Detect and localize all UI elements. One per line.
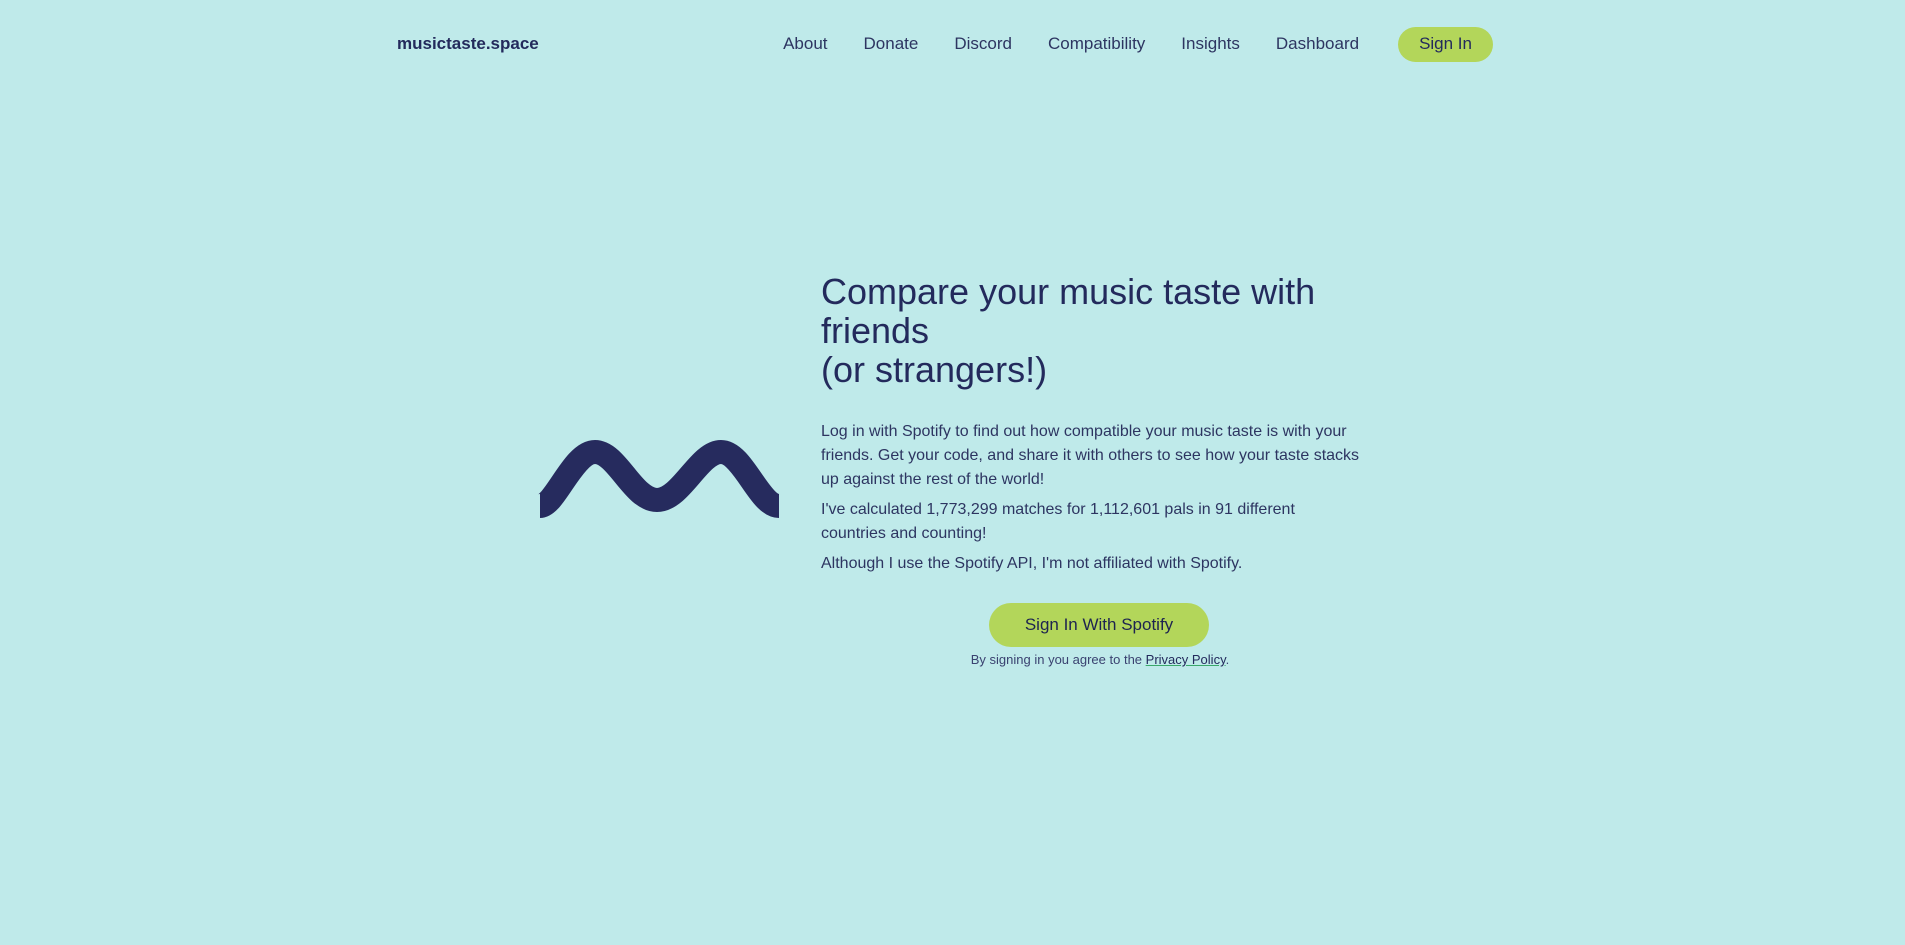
wave-logo-icon — [528, 428, 791, 522]
title-line-main: Compare your music taste with friends — [821, 271, 1316, 351]
brand-logo-link[interactable]: musictaste.space — [397, 34, 539, 54]
sign-in-with-spotify-button[interactable]: Sign In With Spotify — [989, 603, 1209, 647]
disclaimer-paragraph: Although I use the Spotify API, I'm not … — [821, 555, 1243, 572]
privacy-policy-link[interactable]: Privacy Policy — [1146, 652, 1226, 667]
nav-link-donate[interactable]: Donate — [864, 34, 919, 54]
sign-in-button[interactable]: Sign In — [1398, 26, 1493, 62]
nav-links: About Donate Discord Compatibility Insig… — [783, 34, 1359, 54]
consent-prefix: By signing in you agree to the — [970, 652, 1143, 667]
title-line-sub: (or strangers!) — [821, 349, 1048, 390]
nav-link-dashboard[interactable]: Dashboard — [1276, 34, 1359, 54]
stats-paragraph: I've calculated 1,773,299 matches for 1,… — [821, 501, 1295, 542]
page-title: Compare your music taste with friends (o… — [821, 272, 1361, 389]
nav-link-about[interactable]: About — [783, 34, 827, 54]
consent-notice: By signing in you agree to the Privacy P… — [890, 652, 1310, 667]
nav-link-compatibility[interactable]: Compatibility — [1048, 34, 1145, 54]
nav-link-insights[interactable]: Insights — [1181, 34, 1240, 54]
hero-section: Compare your music taste with friends (o… — [821, 272, 1361, 582]
top-navigation: musictaste.space About Donate Discord Co… — [397, 26, 1493, 62]
nav-link-discord[interactable]: Discord — [954, 34, 1012, 54]
intro-paragraph: Log in with Spotify to find out how comp… — [821, 423, 1360, 488]
consent-suffix: . — [1225, 652, 1230, 667]
cta-container: Sign In With Spotify — [989, 603, 1209, 647]
